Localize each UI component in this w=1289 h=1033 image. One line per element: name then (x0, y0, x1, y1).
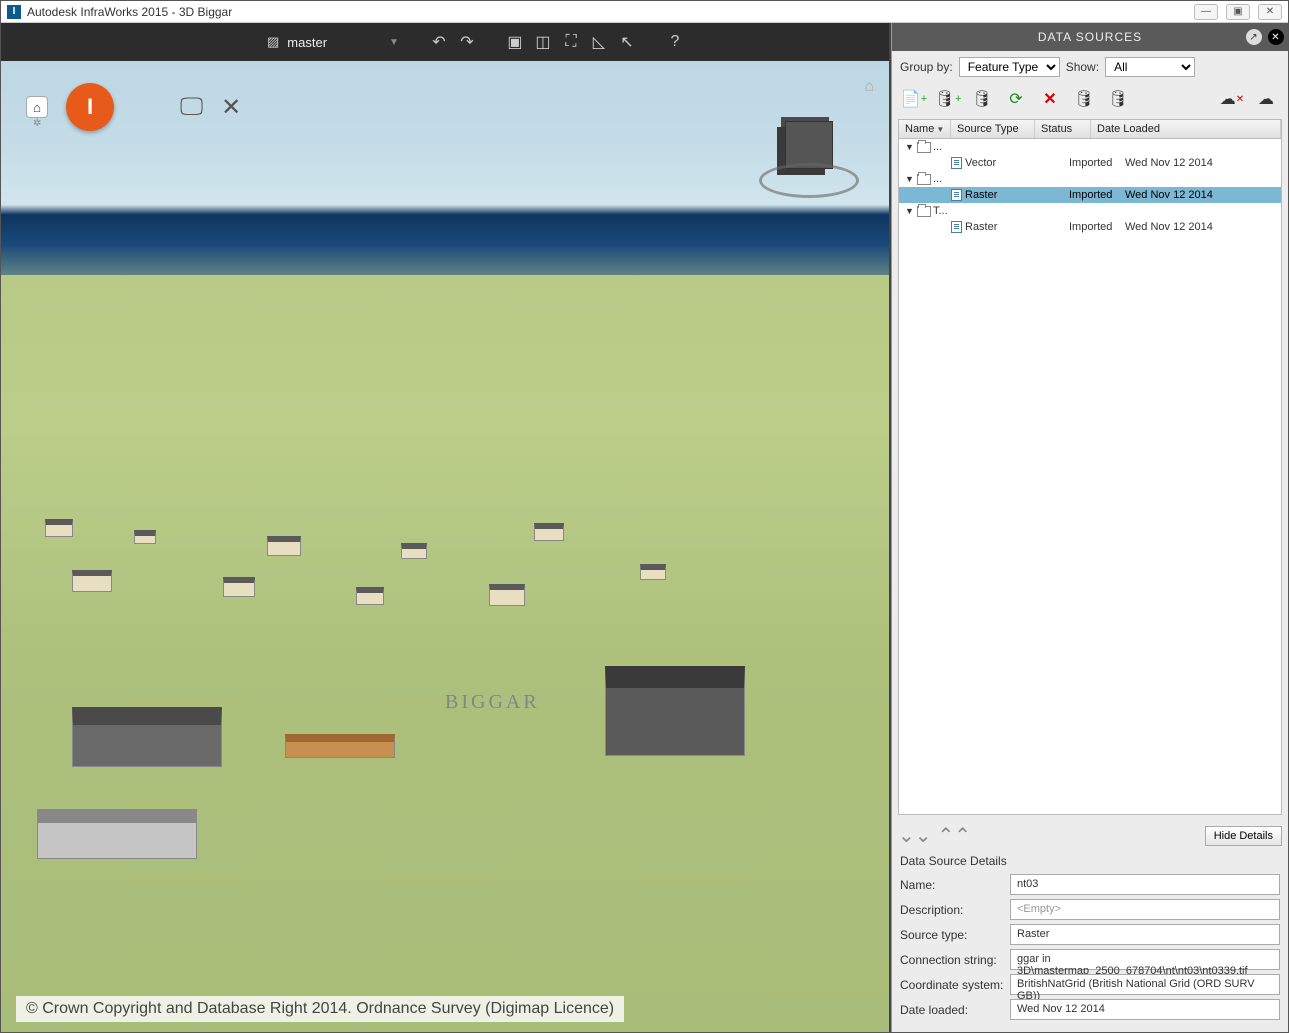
details-form: Name:nt03 Description:<Empty> Source typ… (892, 870, 1288, 1032)
cloud-x-button[interactable]: ☁✕ (1218, 87, 1246, 111)
details-title: Data Source Details (892, 852, 1288, 870)
terrain: BIGGAR (1, 275, 889, 1032)
db-link-button[interactable]: 🛢 (1104, 87, 1132, 111)
tools-icon[interactable]: ✕ (221, 93, 241, 122)
3d-viewport[interactable]: ▨ master ▼ ↶ ↷ ▣ ◫ ⛶ ◺ ↖ ? ⌂ (1, 23, 891, 1032)
map-label: BIGGAR (445, 691, 540, 714)
navbar-home-icon[interactable]: ⌂ (864, 78, 874, 96)
add-db-button[interactable]: 🛢+ (934, 87, 962, 111)
panel-header: DATA SOURCES ↗ ✕ (892, 23, 1288, 51)
add-file-button[interactable]: 📄+ (900, 87, 928, 111)
minimize-button[interactable]: — (1194, 4, 1218, 20)
titlebar: I Autodesk InfraWorks 2015 - 3D Biggar —… (1, 1, 1288, 23)
app-icon: I (7, 5, 21, 19)
tree-folder[interactable]: ▼... (899, 139, 1281, 155)
popup-button[interactable]: ↗ (1246, 29, 1262, 45)
refresh-button[interactable]: ⟳ (1002, 87, 1030, 111)
data-sources-panel: DATA SOURCES ↗ ✕ Group by: Feature Type … (891, 23, 1288, 1032)
frame-button[interactable]: ▣ (501, 28, 529, 56)
detail-source-type[interactable]: Raster (1010, 924, 1280, 945)
fullscreen-button[interactable]: ⛶ (557, 28, 585, 56)
home-button[interactable]: ⌂ (26, 96, 48, 118)
floating-tools: ⌂ I 🖵 ✕ (26, 83, 241, 131)
gear-icon[interactable]: ✲ (33, 118, 41, 129)
infraworks-menu-button[interactable]: I (66, 83, 114, 131)
expand-tools: ⌄⌄ ⌃⌃ Hide Details (892, 819, 1288, 852)
measure-button[interactable]: ◺ (585, 28, 613, 56)
help-button[interactable]: ? (661, 28, 689, 56)
detail-name[interactable]: nt03 (1010, 874, 1280, 895)
copyright-text: © Crown Copyright and Database Right 201… (16, 996, 624, 1022)
expand-up-icon[interactable]: ⌃⌃ (938, 823, 972, 848)
panel-toolbar: 📄+ 🛢+ 🛢 ⟳ ✕ 🛢 🛢 ☁✕ ☁ (892, 83, 1288, 115)
cloud-button[interactable]: ☁ (1252, 87, 1280, 111)
filter-row: Group by: Feature Type Show: All (892, 51, 1288, 83)
present-icon[interactable]: 🖵 (180, 93, 203, 121)
tree-item[interactable]: RasterImportedWed Nov 12 2014 (899, 187, 1281, 203)
hide-details-button[interactable]: Hide Details (1205, 826, 1282, 846)
groupby-select[interactable]: Feature Type (959, 57, 1060, 77)
tree-header: Name▼ Source Type Status Date Loaded (899, 120, 1281, 139)
select-button[interactable]: ↖ (613, 28, 641, 56)
panel-close-button[interactable]: ✕ (1268, 29, 1284, 45)
tree-item[interactable]: VectorImportedWed Nov 12 2014 (899, 155, 1281, 171)
show-select[interactable]: All (1105, 57, 1195, 77)
detail-description[interactable]: <Empty> (1010, 899, 1280, 920)
detail-date[interactable]: Wed Nov 12 2014 (1010, 999, 1280, 1020)
chevron-down-icon: ▼ (389, 37, 399, 48)
tree-folder[interactable]: ▼T... (899, 203, 1281, 219)
tree-item[interactable]: RasterImportedWed Nov 12 2014 (899, 219, 1281, 235)
data-tree[interactable]: Name▼ Source Type Status Date Loaded ▼..… (898, 119, 1282, 815)
window-title: Autodesk InfraWorks 2015 - 3D Biggar (27, 5, 1194, 19)
detail-connection[interactable]: ggar in 3D\mastermap_2500_678704\nt\nt03… (1010, 949, 1280, 970)
viewcube[interactable] (759, 103, 859, 203)
redo-button[interactable]: ↷ (453, 28, 481, 56)
db-config-button[interactable]: 🛢 (968, 87, 996, 111)
tree-folder[interactable]: ▼... (899, 171, 1281, 187)
viewport-toolbar: ▨ master ▼ ↶ ↷ ▣ ◫ ⛶ ◺ ↖ ? (1, 23, 889, 61)
db-edit-button[interactable]: 🛢 (1070, 87, 1098, 111)
split-button[interactable]: ◫ (529, 28, 557, 56)
layers-icon: ▨ (267, 34, 279, 50)
close-button[interactable]: ✕ (1258, 4, 1282, 20)
app-window: I Autodesk InfraWorks 2015 - 3D Biggar —… (0, 0, 1289, 1033)
detail-coordsys[interactable]: BritishNatGrid (British National Grid (O… (1010, 974, 1280, 995)
delete-button[interactable]: ✕ (1036, 87, 1064, 111)
undo-button[interactable]: ↶ (425, 28, 453, 56)
proposal-dropdown[interactable]: ▨ master ▼ (261, 34, 405, 50)
expand-down-icon[interactable]: ⌄⌄ (898, 823, 932, 848)
maximize-button[interactable]: ▣ (1226, 4, 1250, 20)
